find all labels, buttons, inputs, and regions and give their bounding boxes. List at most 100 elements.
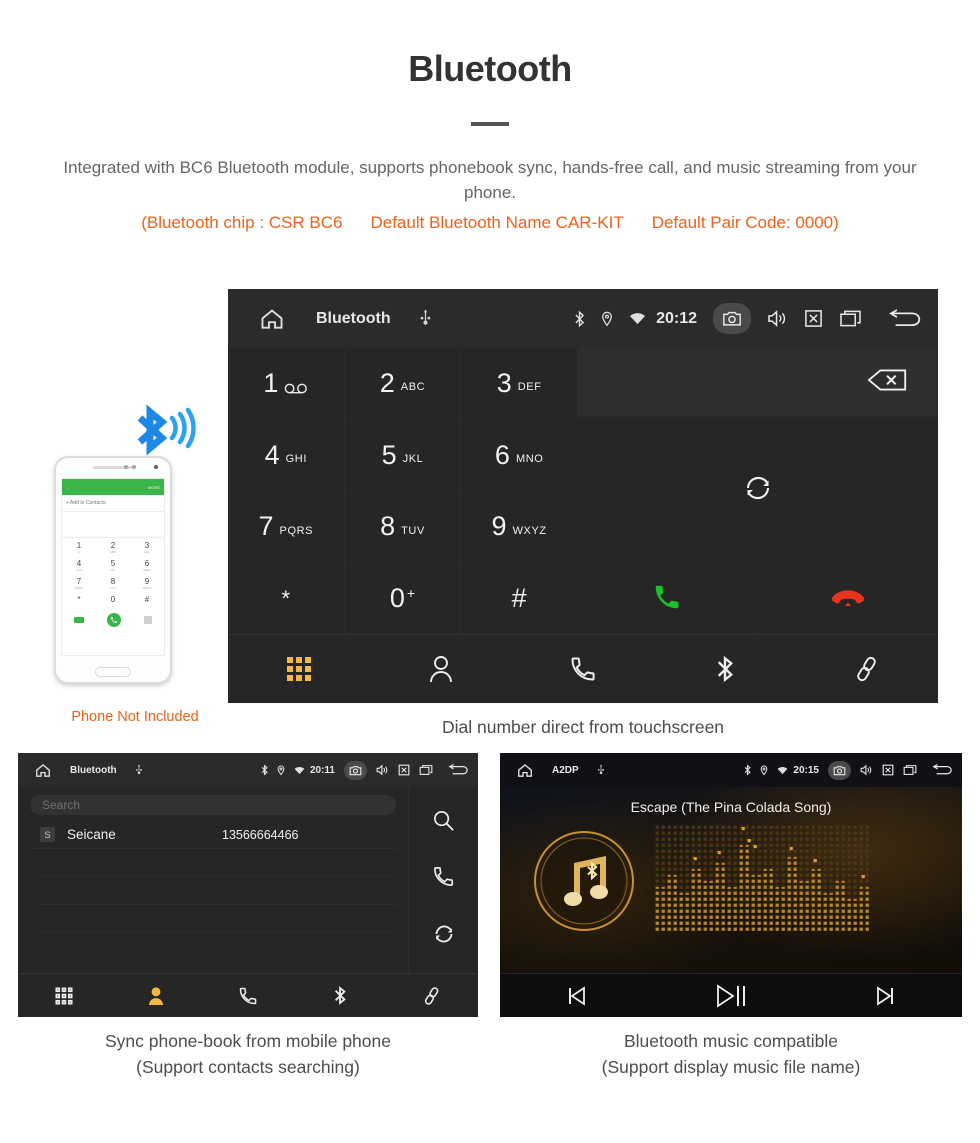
sync-icon: [742, 472, 774, 509]
key-1[interactable]: 1: [228, 348, 344, 419]
key-8[interactable]: 8 TUV: [344, 491, 461, 563]
camera-icon[interactable]: [713, 303, 751, 334]
contact-icon: [430, 655, 452, 682]
dial-number-display[interactable]: [577, 348, 938, 416]
phone-key-sub: DEF: [144, 550, 150, 554]
camera-icon[interactable]: [828, 760, 851, 780]
phone-key-sub: [62, 604, 96, 608]
phonebook-caption: Sync phone-book from mobile phone (Suppo…: [18, 1028, 478, 1081]
phone-key: 2 ABC: [96, 538, 130, 556]
phonebook-clock: 20:11: [309, 764, 335, 776]
camera-icon[interactable]: [344, 760, 367, 780]
dial-call-row: [577, 565, 938, 634]
nav-keypad[interactable]: [228, 656, 370, 682]
phone-call-button: [106, 613, 121, 627]
nav-link[interactable]: [386, 986, 478, 1006]
hangup-button[interactable]: [758, 565, 938, 634]
key-7[interactable]: 7 PQRS: [228, 491, 344, 563]
wifi-icon: [629, 312, 646, 325]
call-button[interactable]: [577, 565, 757, 634]
dialer-body: 1 2 ABC 3 DEF 4 GHI 5 JKL 6 MNO 7 PQRS 8 TUV 9W…: [228, 348, 938, 634]
key-9[interactable]: 9 WXYZ: [461, 491, 577, 563]
key-letters: TUV: [401, 524, 425, 537]
phone-more-label: MORE: [148, 484, 160, 490]
key-star[interactable]: *: [228, 563, 344, 634]
phone-screen: ← MORE + Add to Contacts 1 ∞ 2 ABC 3 DEF 4G…: [61, 478, 165, 656]
key-digit: 1: [263, 367, 279, 398]
usb-icon: [419, 308, 432, 329]
nav-bluetooth[interactable]: [654, 654, 796, 684]
phone-key-sub: ABC: [109, 550, 117, 554]
volume-icon[interactable]: [767, 309, 788, 328]
close-box-icon[interactable]: [398, 764, 410, 776]
key-digit: 9: [491, 511, 507, 542]
sync-icon[interactable]: [432, 922, 456, 951]
key-digit: 5: [381, 439, 397, 470]
search-icon[interactable]: [432, 809, 455, 837]
recents-icon[interactable]: [903, 764, 917, 776]
phonebook-side-actions: [408, 787, 478, 973]
key-plus: +: [406, 585, 416, 602]
recents-icon[interactable]: [419, 764, 433, 776]
back-icon[interactable]: [448, 763, 470, 777]
play-pause-button[interactable]: [654, 983, 808, 1009]
page-title: Bluetooth: [408, 48, 572, 89]
phone-add-to-contacts: + Add to Contacts: [62, 495, 164, 512]
key-hash[interactable]: #: [461, 563, 577, 634]
key-4[interactable]: 4 GHI: [228, 419, 344, 491]
phone-home-button: [95, 667, 131, 677]
nav-keypad[interactable]: [18, 986, 110, 1005]
home-icon[interactable]: [516, 762, 534, 779]
recents-icon[interactable]: [839, 309, 862, 328]
phone-icon[interactable]: [432, 865, 455, 893]
phone-sensor: [124, 465, 128, 469]
usb-icon: [597, 764, 605, 777]
home-icon[interactable]: [258, 306, 286, 332]
sync-contacts-button[interactable]: [577, 417, 938, 564]
volume-icon[interactable]: [860, 764, 873, 776]
key-2[interactable]: 2 ABC: [344, 348, 461, 419]
music-body: Escape (The Pina Colada Song): [500, 787, 962, 973]
phone-icon: [239, 987, 257, 1004]
back-icon[interactable]: [888, 308, 924, 330]
nav-contacts[interactable]: [110, 986, 202, 1006]
equalizer-visualizer: [655, 825, 871, 933]
close-box-icon[interactable]: [882, 764, 894, 776]
phone-key: 5 JKL: [96, 556, 130, 574]
key-letters: PQRS: [279, 524, 314, 537]
search-input[interactable]: Search: [30, 795, 396, 815]
key-6[interactable]: 6 MNO: [461, 419, 577, 491]
phone-key-sub: GHI: [76, 568, 82, 572]
nav-bluetooth[interactable]: [294, 985, 386, 1006]
key-0[interactable]: 0 +: [344, 563, 461, 634]
phone-key: 6 MNO: [130, 556, 164, 574]
phone-key-sub: TUV: [110, 586, 116, 590]
bluetooth-icon: [744, 764, 752, 776]
nav-link[interactable]: [796, 655, 938, 683]
key-3[interactable]: 3 DEF: [461, 348, 577, 419]
play-pause-icon: [717, 983, 745, 1008]
nav-call-log[interactable]: [202, 986, 294, 1006]
volume-icon[interactable]: [376, 764, 389, 776]
phone-keypad-icon: [144, 616, 153, 624]
table-row[interactable]: S Seicane 13566664466: [30, 821, 396, 849]
nav-call-log[interactable]: [512, 655, 654, 683]
bluetooth-icon: [261, 764, 268, 776]
close-box-icon[interactable]: [804, 309, 823, 328]
phone-device: ← MORE + Add to Contacts 1 ∞ 2 ABC 3 DEF 4G…: [54, 456, 172, 684]
home-icon[interactable]: [34, 762, 52, 779]
music-caption: Bluetooth music compatible (Support disp…: [500, 1028, 962, 1081]
previous-track-button[interactable]: [500, 984, 654, 1008]
phone-key-sub: JKL: [110, 568, 116, 572]
phone-key-sub: ∞: [77, 550, 81, 554]
track-title: Escape (The Pina Colada Song): [630, 799, 832, 815]
phone-key-sub: PQRS: [74, 586, 84, 590]
backspace-icon[interactable]: [866, 367, 910, 398]
next-track-button[interactable]: [808, 984, 962, 1008]
key-digit: 6: [494, 439, 510, 470]
key-5[interactable]: 5 JKL: [344, 419, 461, 491]
music-title: A2DP: [552, 764, 579, 776]
nav-contacts[interactable]: [370, 655, 512, 683]
dialer-screen: Bluetooth 20:12 1 2 ABC 3 DEF 4 GHI 5 JK…: [228, 289, 938, 703]
back-icon[interactable]: [932, 763, 954, 777]
